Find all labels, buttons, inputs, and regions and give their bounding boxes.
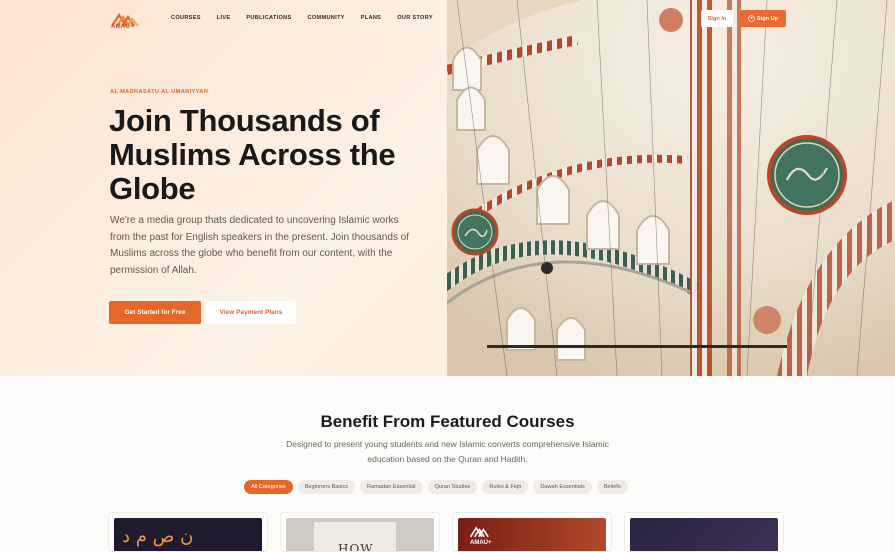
nav-item-publications[interactable]: PUBLICATIONS bbox=[246, 15, 291, 21]
nav-item-live[interactable]: LIVE bbox=[217, 15, 231, 21]
hero-mosque-image bbox=[447, 0, 895, 376]
course-thumb-text: HOW bbox=[338, 542, 374, 551]
course-card[interactable]: AMAU+ bbox=[452, 512, 612, 552]
view-payment-plans-button[interactable]: View Payment Plans bbox=[206, 301, 296, 324]
chip-ramadan-essential[interactable]: Ramadan Essential bbox=[360, 480, 423, 494]
course-card[interactable]: ن ص م د bbox=[108, 512, 268, 552]
amau-logo-icon bbox=[469, 526, 489, 538]
chip-rules-fiqh[interactable]: Rules & Fiqh bbox=[482, 480, 529, 494]
brand-name: AMAU+ bbox=[111, 24, 135, 30]
top-nav: COURSES LIVE PUBLICATIONS COMMUNITY PLAN… bbox=[171, 15, 433, 21]
hero-title: Join Thousands of Muslims Across the Glo… bbox=[109, 103, 396, 206]
sign-up-button[interactable]: Sign Up bbox=[740, 10, 786, 27]
course-thumbnail: HOW bbox=[286, 518, 434, 551]
hero-section: AMAU+ COURSES LIVE PUBLICATIONS COMMUNIT… bbox=[0, 0, 895, 376]
featured-title: Benefit From Featured Courses bbox=[320, 412, 575, 431]
course-card[interactable]: HOW bbox=[280, 512, 440, 552]
nav-item-plans[interactable]: PLANS bbox=[361, 15, 381, 21]
hero-eyebrow: AL MADRASATU AL UMARIYYAH bbox=[110, 89, 209, 95]
nav-item-community[interactable]: COMMUNITY bbox=[308, 15, 345, 21]
course-thumb-text: AMAU+ bbox=[470, 540, 492, 546]
chip-beliefs[interactable]: Beliefs bbox=[596, 480, 628, 494]
sign-in-button[interactable]: Sign In bbox=[701, 10, 733, 27]
chip-beginners-basics[interactable]: Beginners Basics bbox=[297, 480, 356, 494]
hero-lead: We're a media group thats dedicated to u… bbox=[110, 215, 410, 276]
nav-item-our-story[interactable]: OUR STORY bbox=[397, 15, 433, 21]
sign-up-label: Sign Up bbox=[756, 15, 779, 22]
nav-item-courses[interactable]: COURSES bbox=[171, 15, 201, 21]
chip-dawah-essentials[interactable]: Dawah Essentials bbox=[533, 480, 592, 494]
get-started-button[interactable]: Get Started for Free bbox=[109, 301, 201, 324]
course-thumbnail bbox=[630, 518, 778, 551]
course-thumbnail: AMAU+ bbox=[458, 518, 606, 551]
featured-subtitle: Designed to present young students and n… bbox=[286, 439, 609, 464]
course-card[interactable] bbox=[624, 512, 784, 552]
chip-quran-studies[interactable]: Quran Studies bbox=[427, 480, 478, 494]
course-thumbnail: ن ص م د bbox=[114, 518, 262, 551]
chip-all-categories[interactable]: All Categories bbox=[244, 480, 293, 494]
category-filter: All Categories Beginners Basics Ramadan … bbox=[244, 480, 628, 494]
course-thumb-text: ن ص م د bbox=[122, 526, 194, 547]
mosque-dome-illustration bbox=[447, 0, 895, 376]
user-icon bbox=[748, 15, 755, 22]
